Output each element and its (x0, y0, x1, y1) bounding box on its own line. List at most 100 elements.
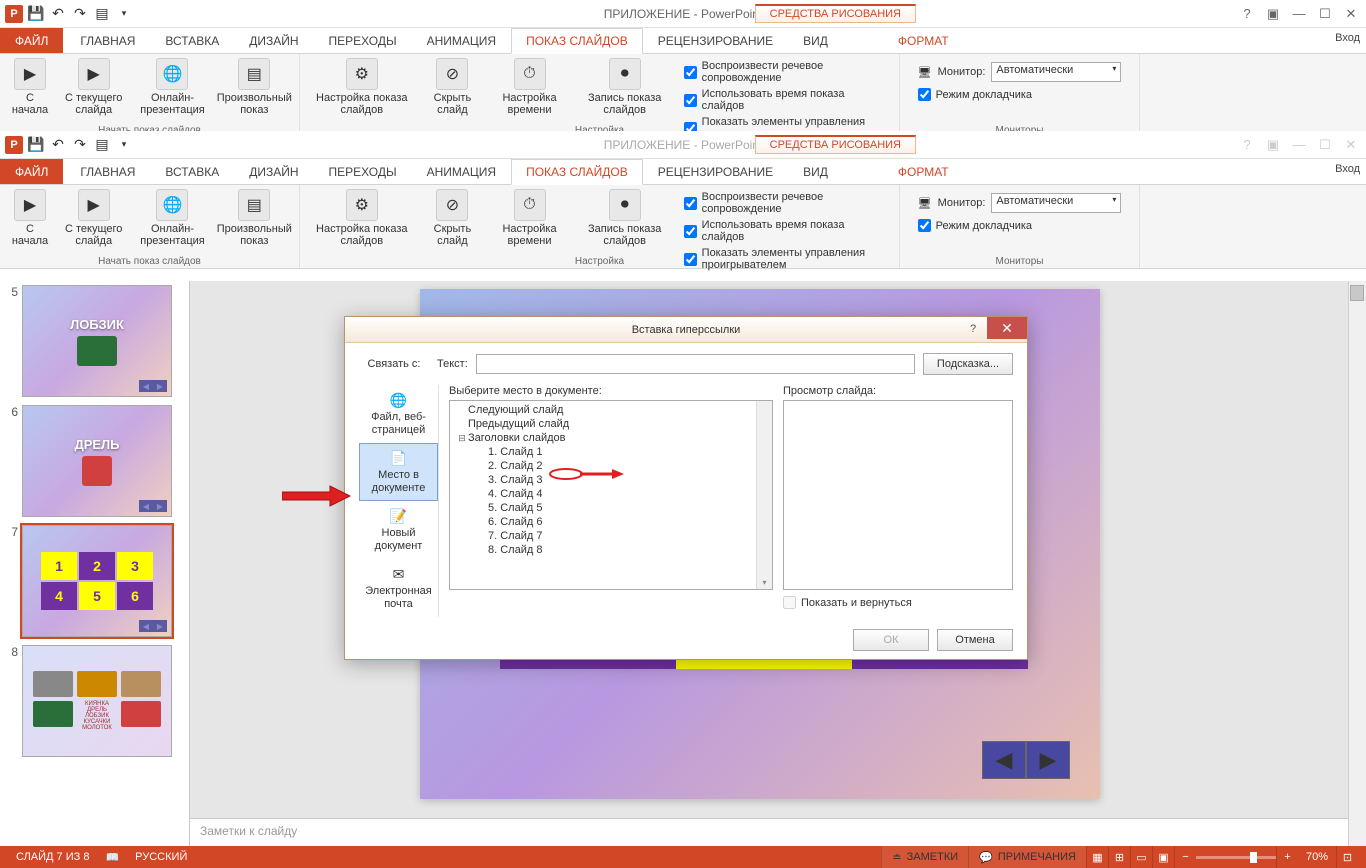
help-icon[interactable]: ? (1236, 135, 1258, 155)
tab-design[interactable]: ДИЗАЙН (234, 159, 313, 184)
tree-titles-node[interactable]: ⊟Заголовки слайдов (452, 431, 770, 445)
undo-icon[interactable]: ↶ (48, 135, 68, 155)
tree-slide-7[interactable]: 7. Слайд 7 (452, 529, 770, 543)
link-to-email[interactable]: ✉Электронная почта (359, 559, 438, 617)
minimize-icon[interactable]: — (1288, 4, 1310, 24)
tree-slide-5[interactable]: 5. Слайд 5 (452, 501, 770, 515)
present-online-button[interactable]: 🌐Онлайн-презентация (133, 56, 211, 135)
slide-thumbnail-7[interactable]: 123 456 ◀▶ (22, 525, 172, 637)
slide-nav-buttons[interactable]: ◀▶ (982, 741, 1070, 779)
start-icon[interactable]: ▤ (92, 135, 112, 155)
setup-button[interactable]: ⚙Настройка показа слайдов (306, 187, 418, 275)
sorter-view-icon[interactable]: ⊞ (1108, 846, 1130, 868)
minimize-icon[interactable]: — (1288, 135, 1310, 155)
link-to-file[interactable]: 🌐Файл, веб-страницей (359, 385, 438, 443)
tab-view[interactable]: ВИД (788, 159, 843, 184)
ok-button[interactable]: ОК (853, 629, 929, 651)
chk-show-return[interactable]: Показать и вернуться (783, 596, 1013, 609)
tab-animations[interactable]: АНИМАЦИЯ (412, 28, 511, 53)
tab-design[interactable]: ДИЗАЙН (234, 28, 313, 53)
normal-view-icon[interactable]: ▦ (1086, 846, 1108, 868)
dialog-close-icon[interactable]: ✕ (987, 317, 1027, 339)
dialog-help-icon[interactable]: ? (961, 319, 985, 339)
custom-show-button[interactable]: ▤Произвольный показ (216, 187, 293, 266)
screen-tip-button[interactable]: Подсказка... (923, 353, 1013, 375)
cancel-button[interactable]: Отмена (937, 629, 1013, 651)
save-icon[interactable]: 💾 (26, 135, 46, 155)
dialog-title-bar[interactable]: Вставка гиперссылки ? ✕ (345, 317, 1027, 343)
slide-thumbnail-6[interactable]: ДРЕЛЬ◀▶ (22, 405, 172, 517)
document-tree[interactable]: Следующий слайд Предыдущий слайд ⊟Заголо… (449, 400, 773, 590)
tab-file[interactable]: ФАЙЛ (0, 28, 63, 53)
notes-button[interactable]: ≐ЗАМЕТКИ (881, 846, 968, 868)
ribbon-options-icon[interactable]: ▣ (1262, 4, 1284, 24)
monitor-select[interactable]: Автоматически ▾ (991, 62, 1121, 82)
vertical-scrollbar[interactable] (1348, 281, 1366, 846)
chk-timings[interactable]: Использовать время показа слайдов (684, 88, 887, 112)
from-beginning-button[interactable]: ▶С начала (6, 187, 54, 266)
tab-slideshow[interactable]: ПОКАЗ СЛАЙДОВ (511, 159, 643, 185)
hide-slide-button[interactable]: ⊘Скрыть слайд (422, 187, 484, 275)
sign-in-link[interactable]: Вход (1335, 32, 1360, 44)
tab-insert[interactable]: ВСТАВКА (150, 159, 234, 184)
link-to-new[interactable]: 📝Новый документ (359, 501, 438, 559)
tab-format[interactable]: ФОРМАТ (883, 28, 964, 53)
comments-button[interactable]: 💬ПРИМЕЧАНИЯ (968, 846, 1086, 868)
sign-in-link[interactable]: Вход (1335, 163, 1360, 175)
spell-check-icon[interactable]: 📖 (97, 851, 127, 864)
chk-timings[interactable]: Использовать время показа слайдов (684, 219, 887, 243)
close-icon[interactable]: ✕ (1340, 4, 1362, 24)
ribbon-options-icon[interactable]: ▣ (1262, 135, 1284, 155)
tree-slide-8[interactable]: 8. Слайд 8 (452, 543, 770, 557)
tree-slide-6[interactable]: 6. Слайд 6 (452, 515, 770, 529)
zoom-out-icon[interactable]: − (1174, 846, 1196, 868)
tab-review[interactable]: РЕЦЕНЗИРОВАНИЕ (643, 159, 788, 184)
tab-transitions[interactable]: ПЕРЕХОДЫ (314, 159, 412, 184)
monitor-select[interactable]: Автоматически ▾ (991, 193, 1121, 213)
collapse-icon[interactable]: ⊟ (456, 433, 468, 444)
zoom-level[interactable]: 70% (1298, 851, 1336, 863)
tab-home[interactable]: ГЛАВНАЯ (65, 28, 150, 53)
language-indicator[interactable]: РУССКИЙ (127, 851, 195, 863)
display-text-input[interactable] (476, 354, 915, 374)
next-icon[interactable]: ▶ (1026, 741, 1070, 779)
from-current-button[interactable]: ▶С текущего слайда (58, 187, 129, 266)
tree-next-slide[interactable]: Следующий слайд (452, 403, 770, 417)
tab-format[interactable]: ФОРМАТ (883, 159, 964, 184)
tree-slide-4[interactable]: 4. Слайд 4 (452, 487, 770, 501)
tab-transitions[interactable]: ПЕРЕХОДЫ (314, 28, 412, 53)
custom-show-button[interactable]: ▤Произвольный показ (216, 56, 293, 135)
chk-controls[interactable]: Показать элементы управления проигрывате… (684, 247, 887, 271)
from-current-button[interactable]: ▶С текущего слайда (58, 56, 129, 135)
scroll-thumb[interactable] (1350, 285, 1364, 301)
tab-insert[interactable]: ВСТАВКА (150, 28, 234, 53)
scroll-down-icon[interactable]: ▾ (757, 578, 772, 587)
chk-narration[interactable]: Воспроизвести речевое сопровождение (684, 191, 887, 215)
link-to-place[interactable]: 📄Место в документе (359, 443, 438, 501)
zoom-slider[interactable] (1196, 856, 1276, 859)
redo-icon[interactable]: ↷ (70, 4, 90, 24)
tab-slideshow[interactable]: ПОКАЗ СЛАЙДОВ (511, 28, 643, 54)
help-icon[interactable]: ? (1236, 4, 1258, 24)
rehearse-button[interactable]: ⏱Настройка времени (487, 187, 571, 275)
tree-scrollbar[interactable]: ▾ (756, 401, 772, 589)
slideshow-view-icon[interactable]: ▣ (1152, 846, 1174, 868)
chk-presenter-view[interactable]: Режим докладчика (918, 219, 1122, 232)
chk-narration[interactable]: Воспроизвести речевое сопровождение (684, 60, 887, 84)
save-icon[interactable]: 💾 (26, 4, 46, 24)
zoom-in-icon[interactable]: + (1276, 846, 1298, 868)
maximize-icon[interactable]: ☐ (1314, 4, 1336, 24)
start-icon[interactable]: ▤ (92, 4, 112, 24)
chk-presenter-view[interactable]: Режим докладчика (918, 88, 1122, 101)
slide-thumbnail-panel[interactable]: 5 ЛОБЗИК◀▶ 6 ДРЕЛЬ◀▶ 7 123 456 ◀▶ 8 КИЯН… (0, 281, 190, 846)
slide-thumbnail-5[interactable]: ЛОБЗИК◀▶ (22, 285, 172, 397)
slide-counter[interactable]: СЛАЙД 7 ИЗ 8 (8, 851, 97, 863)
tab-animations[interactable]: АНИМАЦИЯ (412, 159, 511, 184)
tab-review[interactable]: РЕЦЕНЗИРОВАНИЕ (643, 28, 788, 53)
reading-view-icon[interactable]: ▭ (1130, 846, 1152, 868)
tree-slide-1[interactable]: 1. Слайд 1 (452, 445, 770, 459)
from-beginning-button[interactable]: ▶С начала (6, 56, 54, 135)
tab-file[interactable]: ФАЙЛ (0, 159, 63, 184)
qat-dropdown-icon[interactable]: ▾ (114, 135, 134, 155)
maximize-icon[interactable]: ☐ (1314, 135, 1336, 155)
